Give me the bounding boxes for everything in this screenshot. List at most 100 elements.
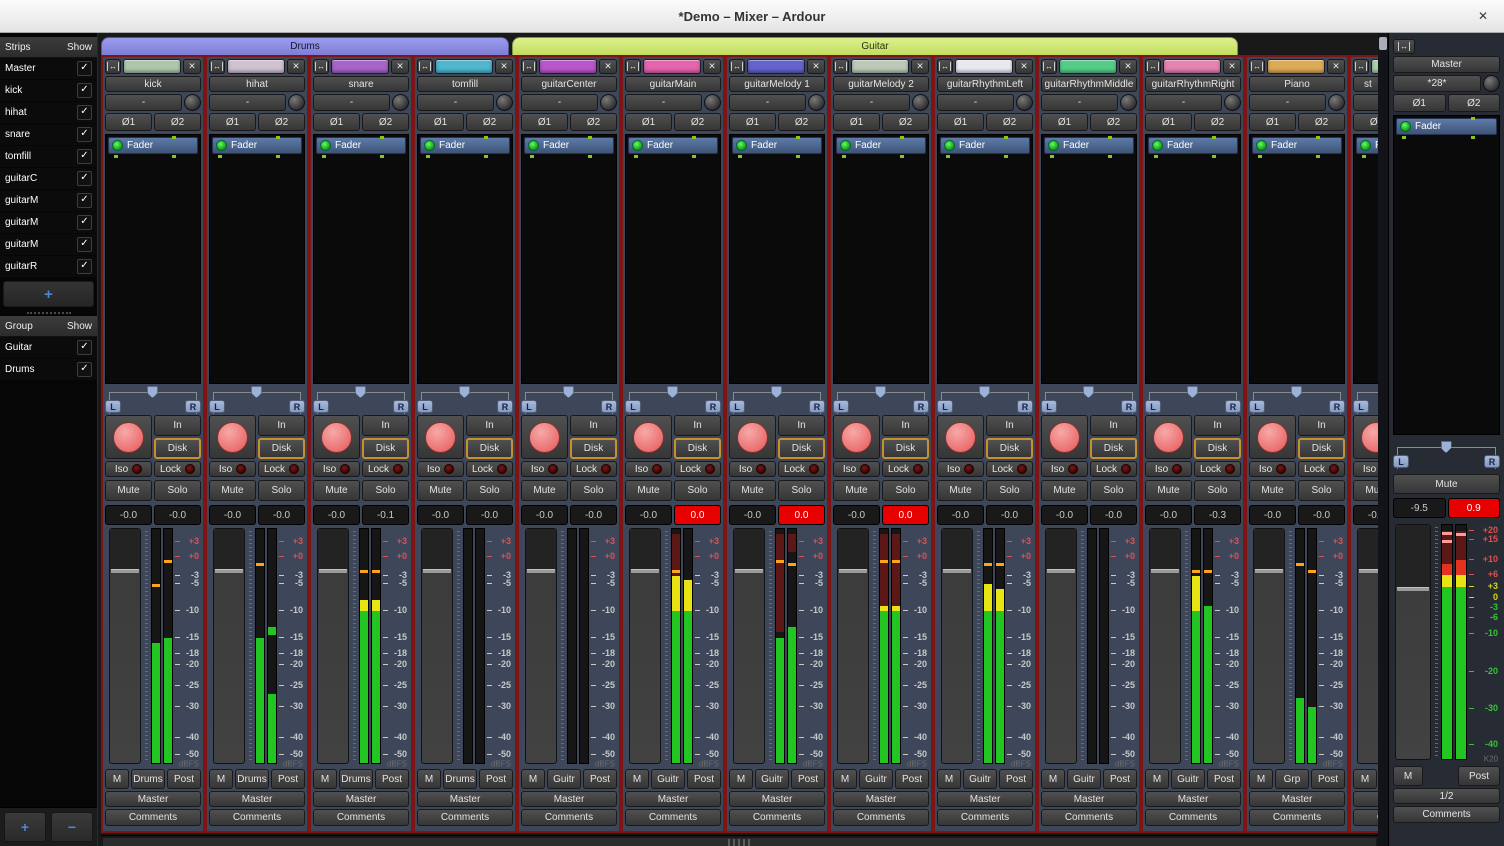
processor-box[interactable]: Fader	[937, 134, 1033, 384]
horizontal-scrollbar[interactable]	[101, 835, 1378, 846]
panner-widget[interactable]	[625, 386, 721, 400]
processor-active-led[interactable]	[112, 140, 123, 151]
sidebar-strip-item[interactable]: guitarM ✓	[0, 190, 97, 212]
pan-left-button[interactable]: L	[1041, 400, 1057, 413]
input-button[interactable]: -	[729, 94, 806, 111]
group-visible-checkbox[interactable]: ✓	[77, 340, 92, 355]
gain-display[interactable]: -0.0	[937, 505, 984, 525]
solo-lock-button[interactable]: Lock	[362, 461, 409, 477]
output-button[interactable]: Master	[521, 791, 617, 807]
mono-button[interactable]: M	[417, 769, 441, 789]
record-enable-button[interactable]	[1249, 415, 1296, 459]
output-button[interactable]: Master	[625, 791, 721, 807]
fader-handle[interactable]	[1255, 569, 1283, 573]
monitor-input-button[interactable]: In	[986, 415, 1033, 436]
gain-fader[interactable]	[629, 528, 661, 764]
fader-handle[interactable]	[319, 569, 347, 573]
sidebar-strip-item[interactable]: kick ✓	[0, 80, 97, 102]
comments-button[interactable]: Comments	[105, 809, 201, 826]
comments-button[interactable]: Comments	[729, 809, 825, 826]
group-button[interactable]: Drums	[443, 769, 477, 789]
mono-button[interactable]: M	[521, 769, 545, 789]
processor-active-led[interactable]	[528, 140, 539, 151]
group-button[interactable]: Drums	[339, 769, 373, 789]
peak-display[interactable]: -0.0	[154, 505, 201, 525]
monitor-disk-button[interactable]: Disk	[362, 438, 409, 459]
output-button[interactable]: Master	[1145, 791, 1241, 807]
gain-display[interactable]: -0.0	[209, 505, 256, 525]
input-button[interactable]: -	[1353, 94, 1378, 111]
strip-name-button[interactable]: guitarMelody 1	[729, 76, 825, 92]
fader-processor-entry[interactable]: Fader	[1252, 137, 1342, 154]
pan-left-button[interactable]: L	[1353, 400, 1369, 413]
fader-handle[interactable]	[1151, 569, 1179, 573]
gain-fader[interactable]	[1149, 528, 1181, 764]
metering-point-button[interactable]: Post	[479, 769, 513, 789]
phase-invert-2-button[interactable]: Ø2	[466, 113, 513, 131]
monitor-disk-button[interactable]: Disk	[466, 438, 513, 459]
solo-button[interactable]: Solo	[986, 480, 1033, 501]
input-button[interactable]: -	[937, 94, 1014, 111]
peak-display[interactable]: 0.0	[674, 505, 721, 525]
add-strip-button[interactable]: +	[3, 281, 94, 307]
fader-handle[interactable]	[111, 569, 139, 573]
fader-processor-entry[interactable]: Fader	[420, 137, 510, 154]
monitor-input-button[interactable]: In	[154, 415, 201, 436]
strip-color-bar[interactable]	[227, 59, 285, 74]
gain-fader[interactable]	[1045, 528, 1077, 764]
fader-processor-entry[interactable]: Fader	[836, 137, 926, 154]
metering-point-button[interactable]: Post	[1103, 769, 1137, 789]
strip-visible-checkbox[interactable]: ✓	[77, 105, 92, 120]
master-gain-fader[interactable]	[1395, 524, 1431, 760]
mono-button[interactable]: M	[729, 769, 753, 789]
strip-color-bar[interactable]	[955, 59, 1013, 74]
peak-display[interactable]: -0.0	[1090, 505, 1137, 525]
sidebar-group-item[interactable]: Guitar ✓	[0, 337, 97, 359]
mono-button[interactable]: M	[1353, 769, 1377, 789]
input-button[interactable]: -	[1145, 94, 1222, 111]
strip-color-bar[interactable]	[747, 59, 805, 74]
gain-display[interactable]: -0.0	[729, 505, 776, 525]
pan-left-button[interactable]: L	[105, 400, 121, 413]
record-enable-button[interactable]	[1353, 415, 1378, 459]
gain-display[interactable]: -0.0	[521, 505, 568, 525]
comments-button[interactable]: Comments	[521, 809, 617, 826]
solo-lock-button[interactable]: Lock	[1298, 461, 1345, 477]
vertical-scrollbar-handle[interactable]	[1379, 37, 1387, 50]
record-enable-button[interactable]	[521, 415, 568, 459]
group-button[interactable]: Guitr	[1067, 769, 1101, 789]
trim-knob[interactable]	[704, 94, 721, 111]
metering-point-button[interactable]: Post	[687, 769, 721, 789]
processor-active-led[interactable]	[1400, 121, 1411, 132]
monitor-input-button[interactable]: In	[466, 415, 513, 436]
gain-fader[interactable]	[109, 528, 141, 764]
pan-right-button[interactable]: R	[393, 400, 409, 413]
monitor-disk-button[interactable]: Disk	[1194, 438, 1241, 459]
mute-button[interactable]: Mute	[1041, 480, 1088, 501]
input-button[interactable]: -	[1249, 94, 1326, 111]
strip-color-bar[interactable]	[1371, 59, 1378, 74]
strip-name-button[interactable]: guitarMelody 2	[833, 76, 929, 92]
record-enable-button[interactable]	[729, 415, 776, 459]
peak-display[interactable]: 0.0	[882, 505, 929, 525]
monitor-disk-button[interactable]: Disk	[986, 438, 1033, 459]
sidebar-strip-item[interactable]: hihat ✓	[0, 102, 97, 124]
input-button[interactable]: -	[521, 94, 598, 111]
pan-right-button[interactable]: R	[497, 400, 513, 413]
fader-processor-entry[interactable]: Fader	[1044, 137, 1134, 154]
strip-visible-checkbox[interactable]: ✓	[77, 171, 92, 186]
comments-button[interactable]: Comments	[417, 809, 513, 826]
pan-right-button[interactable]: R	[185, 400, 201, 413]
strip-color-bar[interactable]	[1163, 59, 1221, 74]
sidebar-group-item[interactable]: Drums ✓	[0, 359, 97, 381]
output-button[interactable]: Master	[937, 791, 1033, 807]
monitor-input-button[interactable]: In	[1194, 415, 1241, 436]
output-button[interactable]: Master	[1353, 791, 1378, 807]
strip-narrow-button[interactable]: ↔	[1353, 59, 1369, 74]
sidebar-strip-item[interactable]: guitarC ✓	[0, 168, 97, 190]
panner-widget[interactable]	[105, 386, 201, 400]
group-button[interactable]: Guitr	[547, 769, 581, 789]
solo-isolate-button[interactable]: Iso	[625, 461, 672, 477]
output-button[interactable]: Master	[209, 791, 305, 807]
strip-visible-checkbox[interactable]: ✓	[77, 259, 92, 274]
